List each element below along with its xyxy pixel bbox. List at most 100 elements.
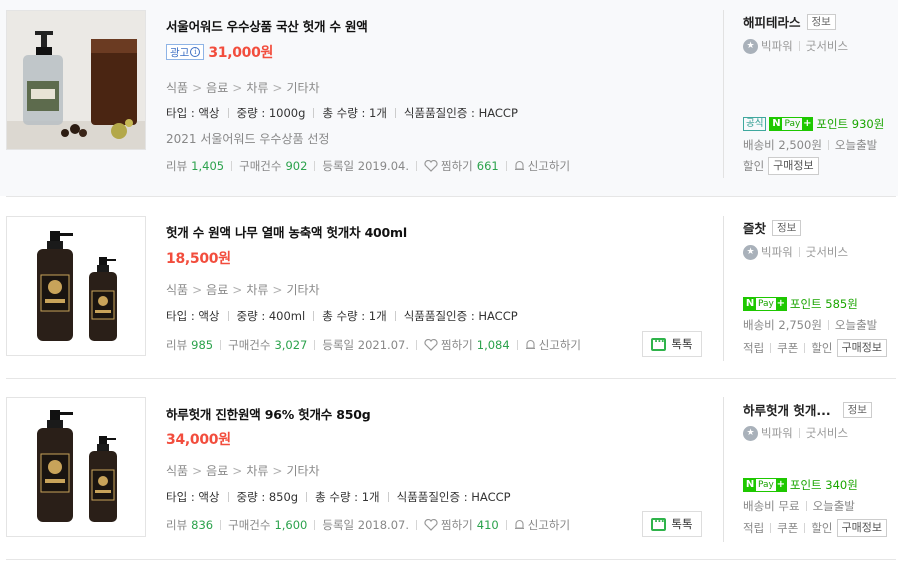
grade-label: 빅파워 <box>761 39 793 53</box>
service-label: 굿서비스 <box>805 245 849 259</box>
npay-icon: N Pay + <box>769 117 814 131</box>
bell-icon <box>514 519 524 530</box>
purchase-label: 구매건수 <box>228 338 271 352</box>
product-title[interactable]: 서울어워드 우수상품 국산 헛개 수 원액 <box>166 16 368 35</box>
spec-certification: 식품품질인증 : HACCP <box>396 490 511 504</box>
talk-icon <box>651 514 667 531</box>
review-link[interactable]: 리뷰 985 <box>166 337 213 353</box>
heart-icon <box>424 519 438 531</box>
ad-badge[interactable]: 광고 i <box>166 44 205 60</box>
benefit-coupon: 쿠폰 <box>777 521 799 535</box>
report-button[interactable]: 신고하기 <box>525 337 581 353</box>
medal-icon: ★ <box>743 425 758 441</box>
purchase-info-button[interactable]: 구매정보 <box>768 157 819 175</box>
wish-button[interactable]: 찜하기 1,084 <box>424 337 510 353</box>
talk-label: 톡톡 <box>671 517 693 531</box>
mall-name[interactable]: 하루헛개 헛개... <box>743 400 831 419</box>
wish-count: 661 <box>476 159 499 173</box>
dispatch-label: 오늘출발 <box>812 499 855 513</box>
info-icon: i <box>190 47 201 57</box>
purchase-info-button[interactable]: 구매정보 <box>836 519 887 537</box>
service-label: 굿서비스 <box>805 426 849 440</box>
spec-weight: 중량 : 400ml <box>236 309 306 323</box>
ad-label: 광고 <box>170 46 190 59</box>
purchase-label: 구매건수 <box>228 518 271 532</box>
category-link[interactable]: 기타차 <box>286 81 319 95</box>
benefit-discount: 할인 <box>811 521 833 535</box>
price: 34,000원 <box>166 432 231 448</box>
mall-name-row: 해피테라스 정보 <box>743 12 836 31</box>
category-link[interactable]: 기타차 <box>286 464 319 478</box>
benefit-earn: 적립 <box>743 521 765 535</box>
category-link[interactable]: 음료 <box>206 81 228 95</box>
category-link[interactable]: 식품 <box>166 81 188 95</box>
category-link[interactable]: 음료 <box>206 464 228 478</box>
medal-icon: ★ <box>743 244 758 260</box>
benefit-discount: 할인 <box>811 341 833 355</box>
product-thumbnail[interactable] <box>6 216 146 356</box>
shipping-row: 배송비 2,500원 오늘출발 <box>743 137 877 153</box>
category-link[interactable]: 차류 <box>246 464 268 478</box>
report-button[interactable]: 신고하기 <box>514 517 570 533</box>
dispatch-label: 오늘출발 <box>834 318 878 332</box>
talktalk-button[interactable]: 톡톡 <box>642 511 702 537</box>
review-link[interactable]: 리뷰 836 <box>166 517 213 533</box>
grade-label: 빅파워 <box>761 245 793 259</box>
mall-name[interactable]: 즐찻 <box>743 218 766 237</box>
mall-info-button[interactable]: 정보 <box>842 401 872 418</box>
npay-label: Pay <box>784 119 801 129</box>
mall-grade: ★ 빅파워 굿서비스 <box>743 38 848 54</box>
register-date: 등록일 2019.04. <box>322 159 409 173</box>
report-label: 신고하기 <box>527 518 571 532</box>
mall-info-button[interactable]: 정보 <box>806 13 836 30</box>
item-divider <box>6 196 896 197</box>
shipping-row: 배송비 2,750원 오늘출발 <box>743 317 877 333</box>
product-title[interactable]: 하루헛개 진한원액 96% 헛개수 850g <box>166 404 371 423</box>
talktalk-button[interactable]: 톡톡 <box>642 331 702 357</box>
npay-row: N Pay + 포인트 340원 <box>743 477 858 493</box>
wish-label: 찜하기 <box>441 338 473 352</box>
product-thumbnail[interactable] <box>6 397 146 537</box>
report-button[interactable]: 신고하기 <box>514 158 570 174</box>
npay-icon: N Pay + <box>743 478 787 492</box>
review-link[interactable]: 리뷰 1,405 <box>166 158 224 174</box>
category-link[interactable]: 차류 <box>246 283 268 297</box>
purchase-count: 3,027 <box>274 338 308 352</box>
category-link[interactable]: 식품 <box>166 283 188 297</box>
spec-type: 타입 : 액상 <box>166 106 220 120</box>
spec-certification: 식품품질인증 : HACCP <box>403 106 518 120</box>
spec-certification: 식품품질인증 : HACCP <box>403 309 518 323</box>
point-amount: 포인트 930원 <box>816 117 885 131</box>
item-divider <box>6 559 896 560</box>
mall-name[interactable]: 해피테라스 <box>743 12 801 31</box>
review-count: 985 <box>191 338 214 352</box>
mall-grade: ★ 빅파워 굿서비스 <box>743 425 848 441</box>
benefit-earn: 적립 <box>743 341 765 355</box>
npay-icon: N Pay + <box>743 297 787 311</box>
price-row: 34,000원 <box>166 429 231 449</box>
purchase-info-button[interactable]: 구매정보 <box>836 339 887 357</box>
talk-label: 톡톡 <box>671 337 693 351</box>
category-link[interactable]: 기타차 <box>286 283 319 297</box>
mall-grade: ★ 빅파워 굿서비스 <box>743 244 848 260</box>
wish-button[interactable]: 찜하기 661 <box>424 158 499 174</box>
bell-icon <box>525 339 535 350</box>
category-breadcrumb: 식품 > 음료 > 차류 > 기타차 <box>166 464 320 478</box>
purchase-label: 구매건수 <box>239 159 282 173</box>
product-title[interactable]: 헛개 수 원액 나무 열매 농축액 헛개차 400ml <box>166 222 407 241</box>
benefits-row: 적립 쿠폰 할인 구매정보 <box>743 519 887 537</box>
category-link[interactable]: 음료 <box>206 283 228 297</box>
heart-icon <box>424 339 438 351</box>
product-meta: 리뷰 1,405 구매건수 902 등록일 2019.04. 찜하기 661 신고하기 <box>166 158 570 174</box>
spec-weight: 중량 : 1000g <box>236 106 306 120</box>
product-specs: 타입 : 액상 중량 : 850g 총 수량 : 1개 식품품질인증 : HACCP <box>166 489 511 505</box>
category-link[interactable]: 식품 <box>166 464 188 478</box>
register-date: 등록일 2021.07. <box>322 338 409 352</box>
mall-info-button[interactable]: 정보 <box>772 219 802 236</box>
category-link[interactable]: 차류 <box>246 81 268 95</box>
benefit-discount: 할인 <box>743 159 765 173</box>
benefits-row: 할인 구매정보 <box>743 157 819 175</box>
product-thumbnail[interactable] <box>6 10 146 150</box>
product-image-3 <box>7 398 145 536</box>
wish-button[interactable]: 찜하기 410 <box>424 517 499 533</box>
